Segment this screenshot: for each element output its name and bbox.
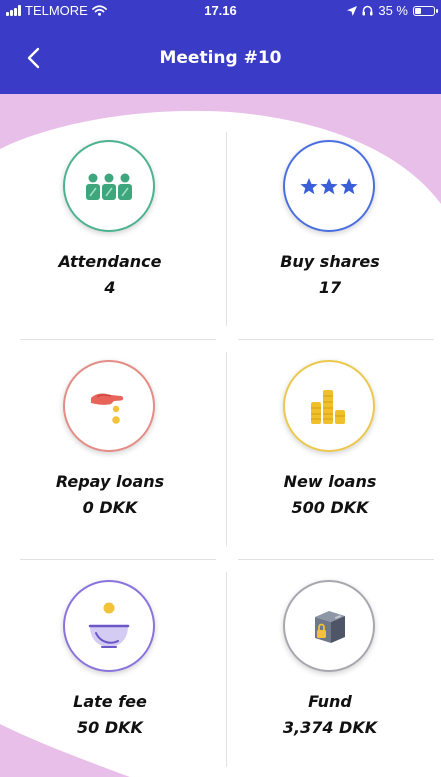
fund-icon-circle: [283, 580, 375, 672]
meeting-dashboard: Attendance 4 Buy shares 17 Repay loans 0…: [0, 94, 441, 777]
stars-icon: [300, 178, 358, 195]
chevron-left-icon: [27, 47, 40, 69]
tile-label: Fund: [308, 692, 352, 711]
buy-shares-tile[interactable]: Buy shares 17: [220, 116, 440, 326]
status-bar: TELMORE 17.16 35 %: [0, 0, 441, 22]
repay-loans-tile[interactable]: Repay loans 0 DKK: [0, 336, 220, 546]
repay-loans-icon-circle: [63, 360, 155, 452]
tile-value: 500 DKK: [291, 498, 369, 517]
bowl-coin-icon: [88, 602, 130, 648]
people-icon: [86, 173, 132, 200]
late-fee-icon-circle: [63, 580, 155, 672]
tile-value: 50 DKK: [77, 718, 143, 737]
battery-icon: [413, 5, 438, 16]
late-fee-tile[interactable]: Late fee 50 DKK: [0, 556, 220, 766]
page-title: Meeting #10: [159, 48, 282, 68]
hand-coin-icon: [91, 393, 124, 424]
attendance-tile[interactable]: Attendance 4: [0, 116, 220, 326]
tile-value: 0 DKK: [82, 498, 138, 517]
battery-percent: 35 %: [378, 3, 408, 18]
back-button[interactable]: [20, 40, 50, 76]
safe-box-icon: [315, 611, 345, 643]
new-loans-icon-circle: [283, 360, 375, 452]
tile-label: Repay loans: [55, 472, 165, 491]
headphones-icon: [362, 5, 373, 16]
new-loans-tile[interactable]: New loans 500 DKK: [220, 336, 440, 546]
buy-shares-icon-circle: [283, 140, 375, 232]
location-arrow-icon: [347, 5, 358, 16]
nav-bar: Meeting #10: [0, 22, 441, 94]
tile-value: 3,374 DKK: [282, 718, 378, 737]
tile-value: 17: [318, 278, 342, 297]
tile-label: Buy shares: [280, 252, 380, 271]
fund-tile[interactable]: Fund 3,374 DKK: [220, 556, 440, 766]
tile-value: 4: [104, 278, 116, 297]
coins-icon: [311, 390, 345, 424]
tile-label: Attendance: [58, 252, 162, 271]
tile-label: New loans: [283, 472, 377, 491]
attendance-icon-circle: [63, 140, 155, 232]
status-right: 35 %: [347, 3, 438, 18]
tile-label: Late fee: [73, 692, 147, 711]
